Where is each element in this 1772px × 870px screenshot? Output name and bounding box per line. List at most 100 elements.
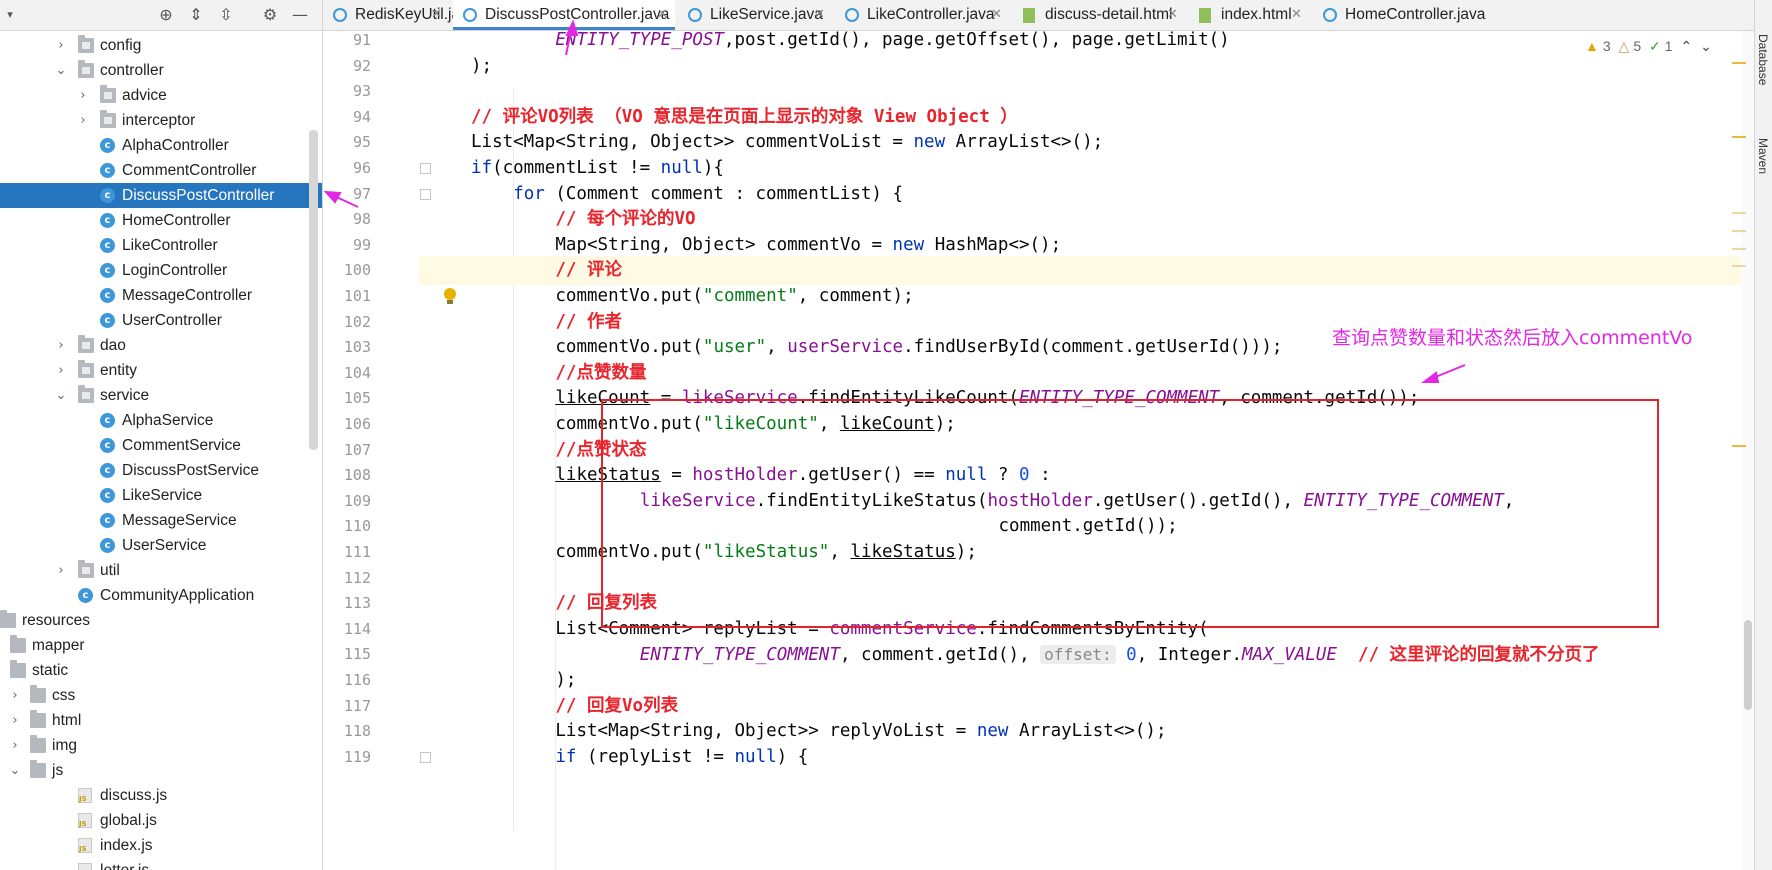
tree-item[interactable]: c CommentController [0,158,322,183]
tree-item[interactable]: discuss.js [0,783,322,808]
tree-item[interactable]: static [0,658,322,683]
tree-item[interactable]: › html [0,708,322,733]
hide-icon[interactable]: — [290,5,310,25]
tree-item-label: controller [100,62,164,79]
close-tab-icon[interactable]: ✕ [1167,0,1178,30]
chevron-right-icon[interactable]: › [76,83,90,108]
tree-item[interactable]: ⌄ controller [0,58,322,83]
tree-item[interactable]: ⌄ js [0,758,322,783]
tree-item[interactable]: c MessageService [0,508,322,533]
weak-warning-marker[interactable] [1732,212,1746,214]
dropdown-icon[interactable]: ▾ [0,5,20,25]
tree-item-label: LikeService [122,487,203,504]
warning-marker[interactable] [1732,445,1746,447]
tree-item[interactable]: c DiscussPostController [0,183,322,208]
tree-item[interactable]: c MessageController [0,283,322,308]
chevron-up-icon[interactable]: ⌃ [1680,38,1692,54]
weak-warning-marker[interactable] [1732,248,1746,250]
chevron-right-icon[interactable]: › [8,708,22,733]
weak-warning-marker[interactable] [1732,230,1746,232]
folder-icon [10,660,26,678]
tree-item[interactable]: › img [0,733,322,758]
warning-marker[interactable] [1732,62,1746,64]
chevron-right-icon[interactable]: › [54,558,68,583]
chevron-right-icon[interactable]: › [54,33,68,58]
chevron-down-icon[interactable]: ⌄ [8,758,22,783]
tree-item[interactable]: › advice [0,83,322,108]
project-tree-panel: ▾ ⊕ ⇕ ⇳ ⚙ — › config ⌄ controller › advice › in… [0,0,323,870]
code-token: ){ [702,158,724,178]
fold-marker-icon[interactable] [420,163,431,174]
weak-warning-marker[interactable] [1732,265,1746,267]
maven-tool-tab[interactable]: Maven [1756,138,1770,174]
tree-item[interactable]: c LikeController [0,233,322,258]
tree-item[interactable]: letter.js [0,858,322,870]
close-tab-icon[interactable]: ✕ [814,0,825,30]
tree-item[interactable]: mapper [0,633,322,658]
chevron-down-icon[interactable]: ⌄ [54,58,68,83]
fold-marker-icon[interactable] [420,751,431,763]
editor-tab[interactable]: HomeController.java [1313,0,1513,30]
editor-scroll-thumb[interactable] [1744,620,1752,710]
warning-marker[interactable] [1732,136,1746,138]
tree-item[interactable]: resources [0,608,322,633]
chevron-right-icon[interactable]: › [54,333,68,358]
class-icon: c [78,588,93,603]
tree-item[interactable]: index.js [0,833,322,858]
close-tab-icon[interactable]: ✕ [1291,0,1302,30]
tree-item[interactable]: › entity [0,358,322,383]
code-token: , comment); [797,286,914,306]
tree-item[interactable]: › util [0,558,322,583]
editor-tab[interactable]: discuss-detail.html ✕ [1013,0,1185,30]
tree-item-label: discuss.js [100,787,168,804]
tree-item[interactable]: ⌄ service [0,383,322,408]
chevron-down-icon[interactable]: ⌄ [54,383,68,408]
fold-marker-icon[interactable] [420,188,431,200]
locate-icon[interactable]: ⊕ [156,5,176,25]
tree-item[interactable]: c UserController [0,308,322,333]
tree-item[interactable]: c LoginController [0,258,322,283]
tree-item[interactable]: › dao [0,333,322,358]
code-line[interactable]: if (replyList != null) { [471,743,1741,772]
lightbulb-icon[interactable] [443,288,457,306]
tree-item[interactable]: c AlphaService [0,408,322,433]
chevron-down-icon[interactable]: ⌄ [1700,38,1712,54]
editor-tab[interactable]: LikeController.java ✕ [835,0,1009,30]
chevron-right-icon[interactable]: › [8,733,22,758]
tree-item[interactable]: c LikeService [0,483,322,508]
html-file-icon [1199,8,1211,23]
tree-item[interactable]: › config [0,33,322,58]
tree-item[interactable]: c DiscussPostService [0,458,322,483]
editor-tab[interactable]: index.html ✕ [1189,0,1309,30]
chevron-right-icon[interactable]: › [76,108,90,133]
inspection-widget[interactable]: ▲ 3 △ 5 ✓ 1 ⌃ ⌄ [1585,36,1716,56]
tree-item[interactable]: global.js [0,808,322,833]
editor-scrollbar[interactable] [1742,31,1754,870]
database-tool-tab[interactable]: Database [1756,34,1770,85]
tree-item[interactable]: c CommunityApplication [0,583,322,608]
chevron-right-icon[interactable]: › [54,358,68,383]
check-icon: ✓ [1649,38,1661,54]
editor-tab[interactable]: LikeService.java ✕ [678,0,832,30]
tree-item[interactable]: c AlphaController [0,133,322,158]
expand-all-icon[interactable]: ⇕ [186,5,206,25]
close-tab-icon[interactable]: ✕ [991,0,1002,30]
tree-item-label: HomeController [122,212,231,229]
tree-item[interactable]: c HomeController [0,208,322,233]
editor-tab[interactable]: DiscussPostController.java ✕ [453,0,675,30]
gear-icon[interactable]: ⚙ [260,5,280,25]
tree-item[interactable]: c CommentService [0,433,322,458]
js-file-icon [78,863,92,870]
tree-item[interactable]: › css [0,683,322,708]
class-icon: c [100,413,115,428]
tree-item[interactable]: c UserService [0,533,322,558]
tree-scrollbar[interactable] [309,130,318,450]
tree-item[interactable]: › interceptor [0,108,322,133]
tree-item-label: letter.js [100,858,149,870]
chevron-right-icon[interactable]: › [8,683,22,708]
close-tab-icon[interactable]: ✕ [431,0,442,30]
tree-item-label: global.js [100,812,157,829]
close-tab-icon[interactable]: ✕ [657,0,668,30]
collapse-all-icon[interactable]: ⇳ [216,5,236,25]
tree-item-label: MessageService [122,512,237,529]
